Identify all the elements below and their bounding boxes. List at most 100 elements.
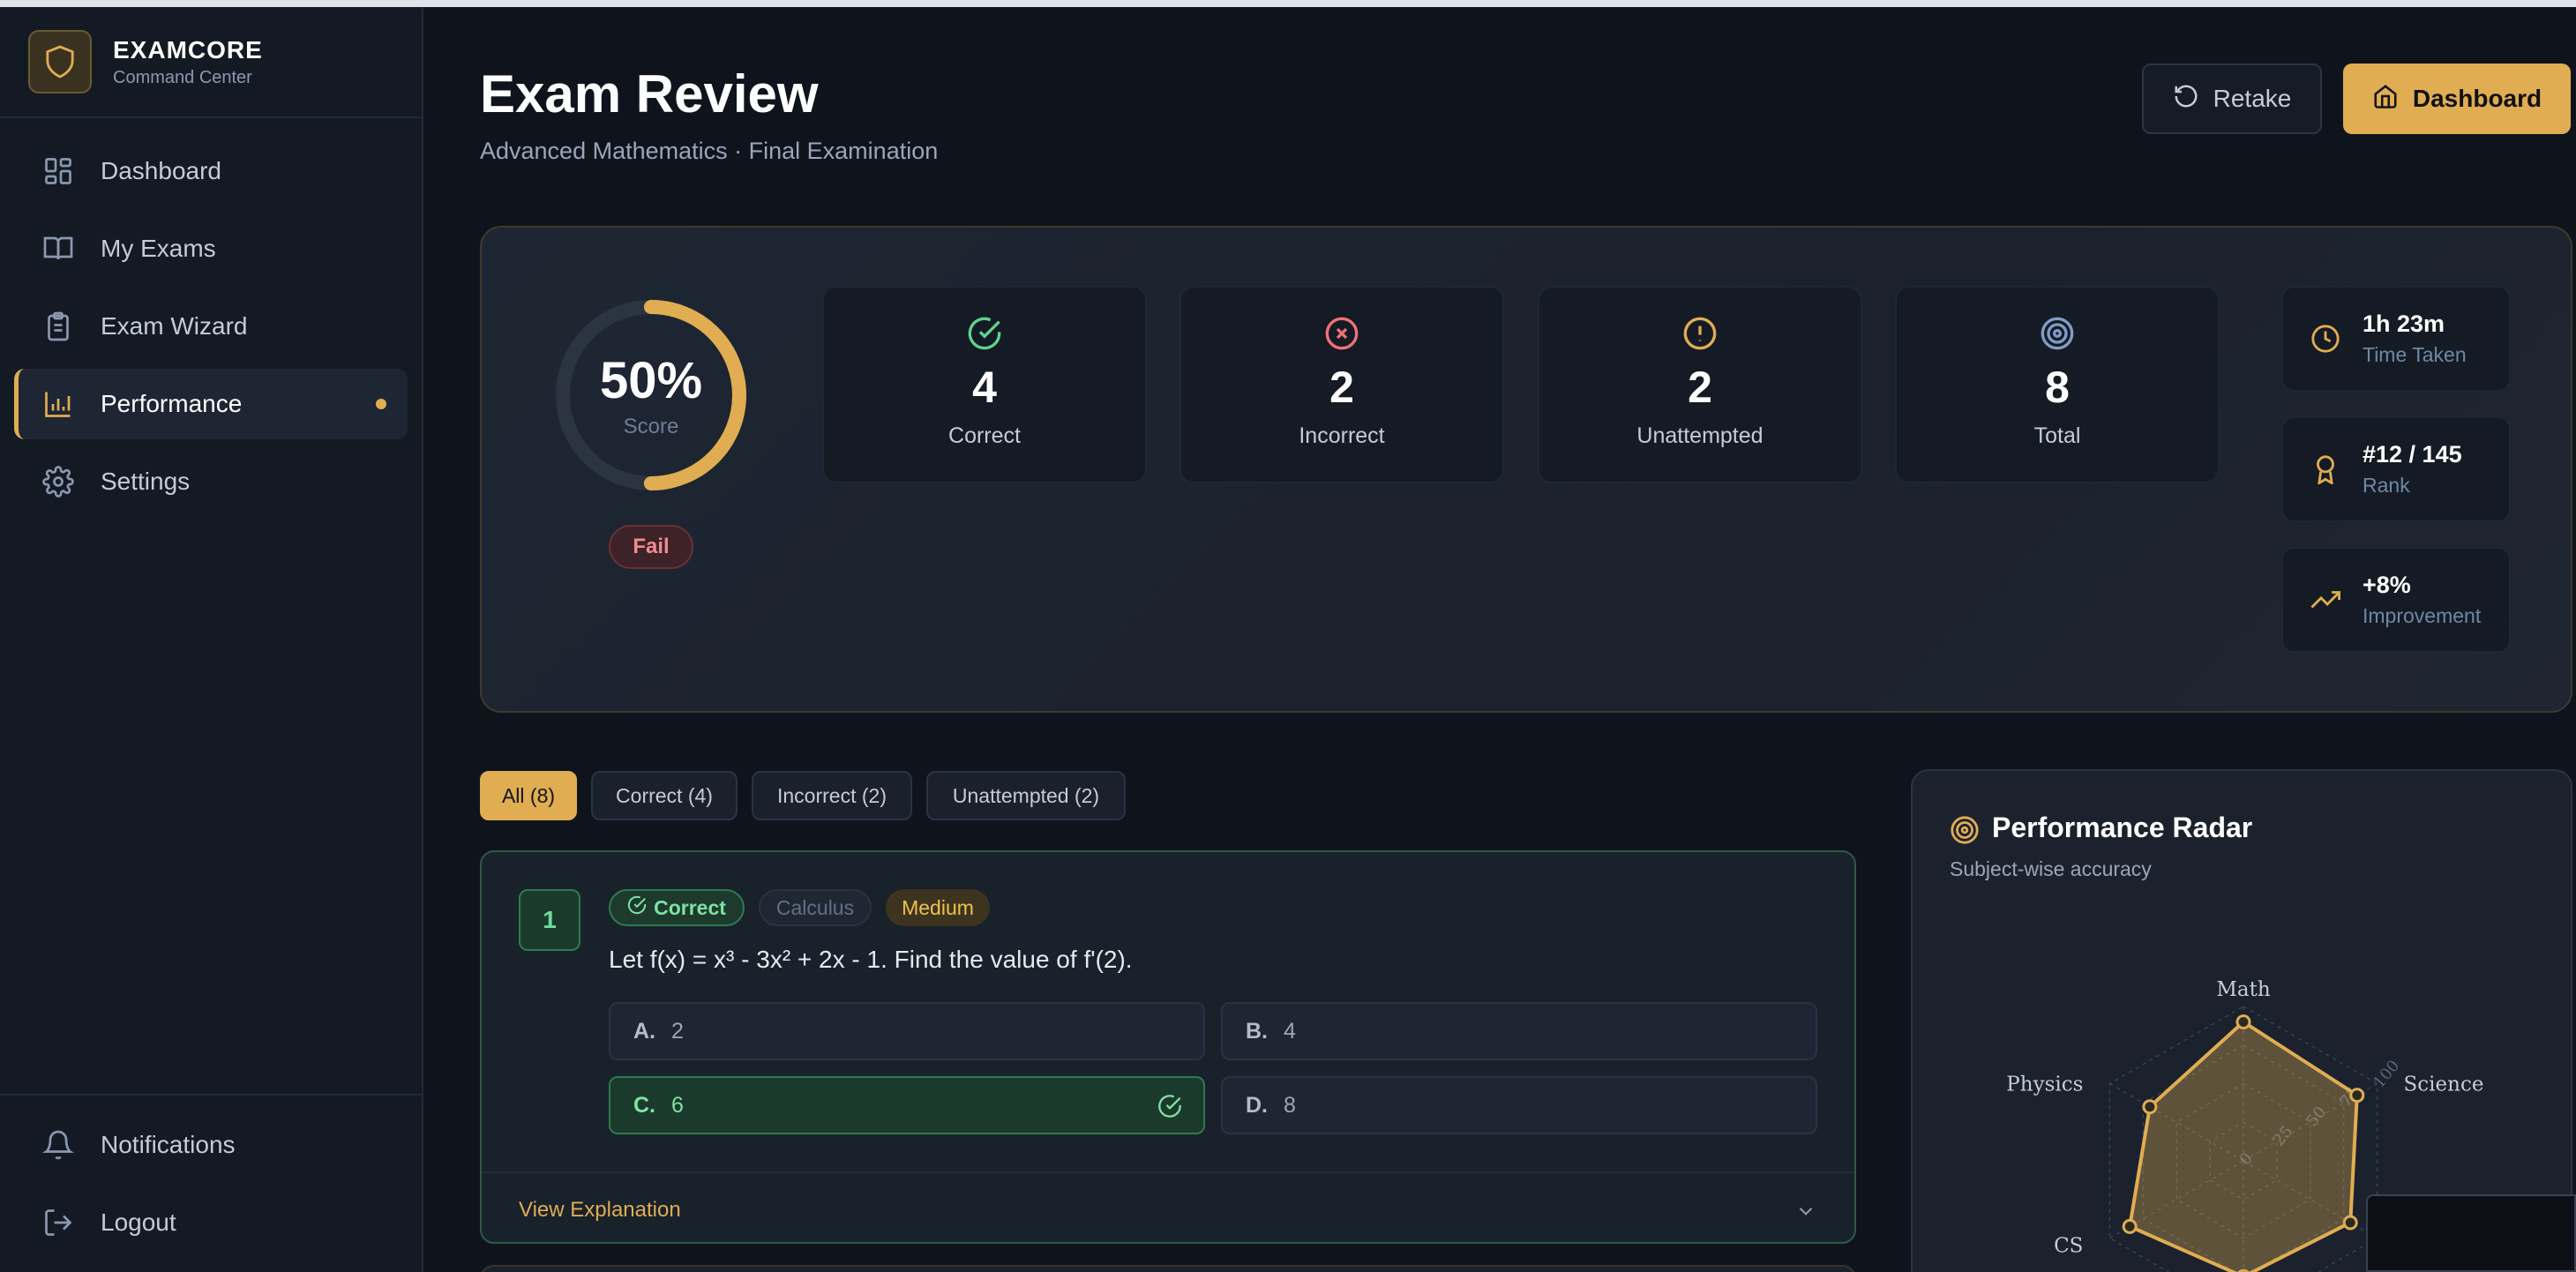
score-label: Score (623, 415, 679, 438)
filter-unattempted[interactable]: Unattempted (2) (926, 771, 1126, 820)
dashboard-button[interactable]: Dashboard (2343, 64, 2571, 134)
radar-axis-label: Physics (2006, 1074, 2083, 1096)
metric-value: 1h 23m (2363, 311, 2445, 337)
check-circle-icon (1157, 1094, 1182, 1125)
radar-axis-label: Math (2216, 978, 2271, 1001)
option-letter: A. (633, 1018, 655, 1044)
sidebar-nav: Dashboard My Exams Exam Wizard Performan… (0, 118, 422, 542)
screen-preview-thumbnail[interactable] (2366, 1194, 2576, 1272)
option-text: 6 (671, 1092, 684, 1118)
active-indicator-dot (376, 399, 386, 409)
option-text: 2 (671, 1018, 684, 1044)
stat-value: 2 (1329, 363, 1354, 412)
bar-chart-icon (41, 386, 76, 422)
dashboard-label: Dashboard (2412, 85, 2542, 112)
sidebar-item-performance[interactable]: Performance (14, 369, 408, 439)
sidebar-item-label: Performance (101, 390, 243, 417)
alert-circle-icon (1539, 316, 1861, 351)
stat-value: 8 (2045, 363, 2070, 412)
window-top-border (0, 0, 2576, 7)
option-letter: C. (633, 1092, 655, 1118)
metric-value: #12 / 145 (2363, 441, 2462, 468)
radar-data-point (2122, 1218, 2138, 1234)
sidebar-item-label: Logout (101, 1208, 176, 1236)
status-badge: Correct (609, 889, 745, 926)
bell-icon (41, 1127, 76, 1163)
radar-data-point (2235, 1014, 2251, 1029)
status-label: Correct (654, 895, 726, 919)
difficulty-badge: Medium (886, 889, 990, 926)
home-icon (2372, 83, 2399, 116)
chevron-down-icon[interactable] (1794, 1200, 1817, 1227)
radar-axis-label: Science (2404, 1074, 2484, 1096)
view-explanation-link[interactable]: View Explanation (519, 1198, 681, 1223)
option-d[interactable]: D. 8 (1221, 1076, 1817, 1134)
divider (482, 1171, 1854, 1173)
metric-label: Rank (2363, 474, 2410, 497)
stat-label: Correct (948, 423, 1021, 448)
sidebar-item-label: Settings (101, 468, 191, 495)
stat-unattempted: 2 Unattempted (1538, 286, 1862, 483)
radar-series-area (2127, 1019, 2359, 1272)
result-badge: Fail (609, 525, 693, 569)
sidebar-item-label: Exam Wizard (101, 312, 248, 340)
stat-label: Incorrect (1299, 423, 1385, 448)
stat-value: 4 (972, 363, 997, 412)
option-c[interactable]: C. 6 (609, 1076, 1205, 1134)
option-text: 4 (1284, 1018, 1296, 1044)
metric-time-taken: 1h 23m Time Taken (2281, 286, 2511, 392)
metric-improvement: +8% Improvement (2281, 547, 2511, 653)
metric-rank: #12 / 145 Rank (2281, 416, 2511, 522)
logout-icon (41, 1205, 76, 1240)
filter-all[interactable]: All (8) (480, 771, 577, 820)
sidebar-item-logout[interactable]: Logout (14, 1187, 408, 1258)
sidebar-item-settings[interactable]: Settings (14, 446, 408, 517)
sidebar: EXAMCORE Command Center Dashboard My Exa… (0, 7, 423, 1272)
question-card-next (480, 1265, 1856, 1272)
radar-data-point (2349, 1088, 2365, 1104)
sidebar-item-notifications[interactable]: Notifications (14, 1110, 408, 1180)
x-circle-icon (1181, 316, 1502, 351)
page-title: Exam Review (480, 64, 819, 123)
check-circle-icon (824, 316, 1145, 351)
brand: EXAMCORE Command Center (0, 7, 422, 118)
stat-total: 8 Total (1895, 286, 2220, 483)
check-circle-icon (627, 895, 647, 920)
question-card: 1 Correct Calculus Medium Let f(x) = x³ … (480, 850, 1856, 1244)
clipboard-icon (41, 309, 76, 344)
sidebar-item-dashboard[interactable]: Dashboard (14, 136, 408, 206)
stat-value: 2 (1688, 363, 1712, 412)
stat-label: Unattempted (1636, 423, 1764, 448)
filter-incorrect[interactable]: Incorrect (2) (752, 771, 912, 820)
metric-label: Time Taken (2363, 343, 2467, 366)
award-icon (2308, 454, 2343, 484)
stat-correct: 4 Correct (822, 286, 1147, 483)
radar-tick-label: 100 (2370, 1057, 2403, 1092)
option-b[interactable]: B. 4 (1221, 1002, 1817, 1060)
shield-icon (28, 30, 92, 94)
sidebar-item-label: Dashboard (101, 157, 221, 184)
rotate-ccw-icon (2173, 83, 2199, 116)
target-icon (1897, 316, 2218, 351)
topic-badge: Calculus (759, 889, 872, 926)
sidebar-item-exam-wizard[interactable]: Exam Wizard (14, 291, 408, 362)
page-subtitle: Advanced Mathematics · Final Examination (480, 138, 939, 164)
radar-data-point (2342, 1215, 2358, 1231)
option-letter: B. (1246, 1018, 1268, 1044)
retake-label: Retake (2213, 85, 2292, 112)
filter-correct[interactable]: Correct (4) (591, 771, 738, 820)
gear-icon (41, 464, 76, 499)
book-icon (41, 231, 76, 266)
grid-icon (41, 153, 76, 189)
brand-name: EXAMCORE (113, 35, 263, 64)
clock-icon (2308, 324, 2343, 354)
option-text: 8 (1284, 1092, 1296, 1118)
option-a[interactable]: A. 2 (609, 1002, 1205, 1060)
retake-button[interactable]: Retake (2142, 64, 2322, 134)
sidebar-item-label: Notifications (101, 1131, 236, 1158)
sidebar-item-my-exams[interactable]: My Exams (14, 213, 408, 284)
metric-value: +8% (2363, 572, 2411, 598)
sidebar-item-label: My Exams (101, 235, 216, 262)
score-value: 50% (599, 352, 703, 409)
question-text: Let f(x) = x³ - 3x² + 2x - 1. Find the v… (609, 946, 1133, 973)
